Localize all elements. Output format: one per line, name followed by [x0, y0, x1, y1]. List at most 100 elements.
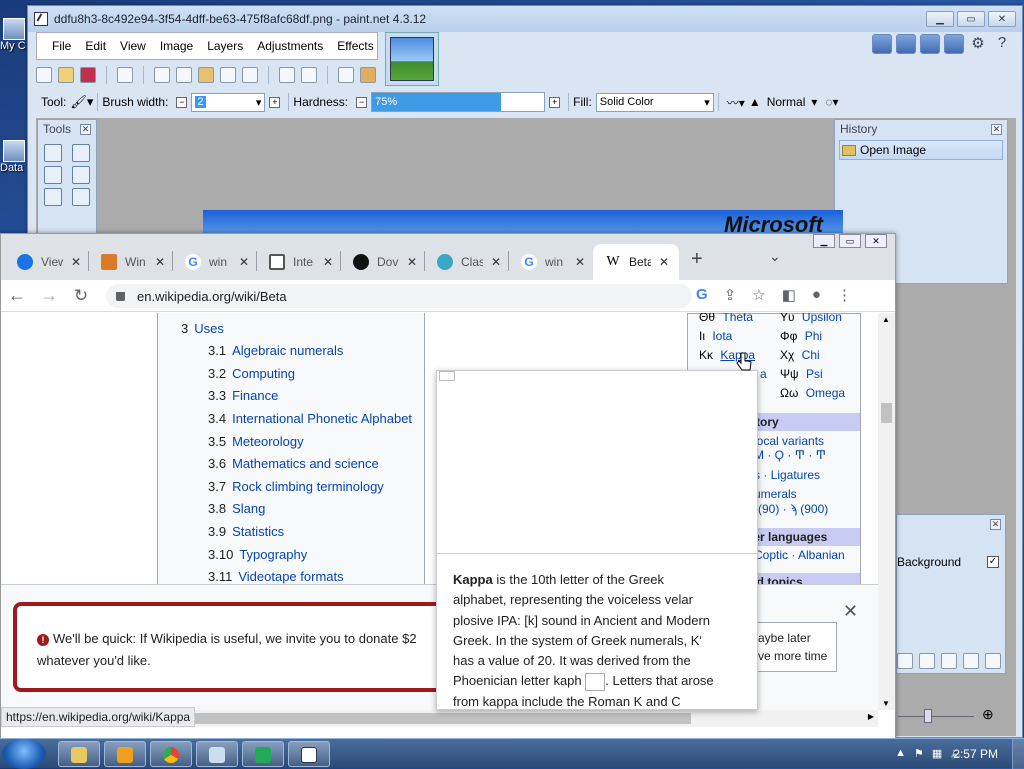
tab-close-icon[interactable]: ✕ — [491, 255, 501, 269]
tray-flag-icon[interactable]: ⚑ — [914, 747, 924, 760]
toc-item[interactable]: 3.2 Computing — [208, 366, 295, 381]
scroll-right-icon[interactable]: ▶ — [868, 712, 874, 721]
zoom-slider[interactable]: ⊕ — [898, 706, 998, 724]
layer-visible-checkbox[interactable]: ✓ — [987, 556, 999, 568]
browser-tab[interactable]: Dov ✕ — [341, 244, 417, 280]
taskbar-media-player[interactable] — [104, 741, 146, 767]
grid-icon[interactable] — [338, 67, 354, 83]
profile-avatar-icon[interactable]: ● — [812, 286, 821, 304]
network-icon[interactable]: ▦ — [932, 747, 942, 760]
taskbar-chrome[interactable] — [150, 741, 192, 767]
image-thumbnail-tab[interactable] — [385, 32, 439, 86]
taskbar-explorer[interactable] — [58, 741, 100, 767]
blend-mode-value[interactable]: Normal — [767, 95, 806, 109]
browser-tab[interactable]: Win ✕ — [89, 244, 165, 280]
new-file-icon[interactable] — [36, 67, 52, 83]
start-button[interactable] — [2, 739, 46, 769]
infobox-link[interactable]: umerals — [754, 487, 797, 501]
share-icon[interactable]: ⇪ — [724, 286, 737, 304]
scrollbar-thumb[interactable] — [881, 403, 892, 423]
browser-tab[interactable]: Gwin ✕ — [509, 244, 585, 280]
layer-down-icon[interactable] — [963, 653, 979, 669]
brush-width-combo[interactable]: 2 ▾ — [191, 92, 266, 112]
ellipse-select-icon[interactable] — [44, 188, 62, 206]
menu-image[interactable]: Image — [153, 39, 200, 53]
tools-toggle-icon[interactable] — [872, 34, 892, 54]
browser-tab[interactable]: Clas ✕ — [425, 244, 501, 280]
paste-icon[interactable] — [198, 67, 214, 83]
toc-item[interactable]: 3.1 Algebraic numerals — [208, 343, 343, 358]
google-lens-icon[interactable]: G — [696, 286, 708, 304]
scroll-down-icon[interactable]: ▼ — [882, 699, 890, 708]
browser-tab[interactable]: View ✕ — [5, 244, 81, 280]
fill-mode-select[interactable]: Solid Color ▾ — [595, 92, 714, 112]
zoom-icon[interactable] — [72, 188, 90, 206]
layer-up-icon[interactable] — [941, 653, 957, 669]
brush-width-decrease[interactable]: − — [176, 96, 188, 108]
history-item[interactable]: Open Image — [839, 140, 1003, 160]
clock[interactable]: 2:57 PM — [953, 747, 998, 761]
desktop-icon-mycomputer[interactable]: My C — [0, 18, 28, 52]
paintbrush-icon[interactable]: 🖌▾ — [70, 94, 93, 110]
hardness-slider[interactable]: 75% — [371, 92, 546, 112]
scroll-up-icon[interactable]: ▲ — [882, 315, 890, 324]
infobox-link[interactable]: M · Ϙ · Ͳ · Ͳ — [754, 448, 826, 462]
close-icon[interactable]: ✕ — [991, 123, 1002, 135]
layer-properties-icon[interactable] — [985, 653, 1001, 669]
letter-link[interactable]: Omega — [806, 386, 845, 400]
tab-search-icon[interactable]: ⌄ — [769, 248, 781, 265]
menu-view[interactable]: View — [113, 39, 153, 53]
browser-tab[interactable]: Inte ✕ — [257, 244, 333, 280]
zoom-in-icon[interactable]: ⊕ — [982, 706, 994, 723]
cut-icon[interactable] — [154, 67, 170, 83]
toc-item[interactable]: 3.5 Meteorology — [208, 434, 304, 449]
toc-item[interactable]: 3.6 Mathematics and science — [208, 456, 379, 471]
page-preview-popup[interactable]: Kappa is the 10th letter of the Greek al… — [436, 370, 758, 710]
layer-row[interactable]: Background ✓ — [897, 551, 1003, 573]
settings-gear-icon[interactable]: ⚙ — [968, 34, 988, 54]
save-icon[interactable] — [80, 67, 96, 83]
close-button[interactable]: ✕ — [865, 234, 887, 248]
move-selection-icon[interactable] — [72, 144, 90, 162]
move-selected-icon[interactable] — [72, 166, 90, 184]
toc-item[interactable]: 3.9 Statistics — [208, 524, 284, 539]
menu-effects[interactable]: Effects — [330, 39, 380, 53]
minimize-button[interactable]: ▁ — [813, 234, 835, 248]
dropdown-arrow-icon[interactable]: ▾ — [811, 95, 817, 109]
toc-item[interactable]: 3.4 International Phonetic Alphabet — [208, 411, 412, 426]
redo-icon[interactable] — [301, 67, 317, 83]
hardness-increase[interactable]: + — [549, 96, 561, 108]
infobox-link[interactable]: s · Ligatures — [754, 468, 820, 482]
selection-quality-icon[interactable]: ◌▾ — [825, 95, 838, 109]
back-arrow-icon[interactable]: ← — [3, 285, 31, 306]
open-folder-icon[interactable] — [58, 67, 74, 83]
tray-expand-icon[interactable]: ▲ — [895, 747, 906, 760]
antialias-icon[interactable]: 〰▾ — [727, 94, 745, 111]
infobox-link[interactable]: Coptic · Albanian — [754, 548, 845, 562]
infobox-link[interactable]: (90) · ϡ (900) — [758, 502, 828, 516]
toc-item[interactable]: 3.8 Slang — [208, 501, 265, 516]
maximize-button[interactable]: ▭ — [957, 11, 985, 27]
letter-link[interactable]: Chi — [802, 348, 820, 362]
toc-item[interactable]: 3.11 Videotape formats — [208, 569, 344, 584]
infobox-link[interactable]: local variants — [754, 434, 824, 448]
bookmark-star-icon[interactable]: ☆ — [752, 286, 765, 304]
letter-link[interactable]: a — [760, 367, 767, 381]
letter-link[interactable]: Phi — [805, 329, 822, 343]
close-button[interactable]: ✕ — [988, 11, 1016, 27]
tab-close-icon[interactable]: ✕ — [575, 255, 585, 269]
letter-link[interactable]: Upsilon — [802, 313, 842, 324]
minimize-button[interactable]: ▁ — [926, 11, 954, 27]
toc-item[interactable]: 3.7 Rock climbing terminology — [208, 479, 384, 494]
reload-icon[interactable]: ↻ — [67, 286, 95, 306]
deselect-icon[interactable] — [242, 67, 258, 83]
taskbar-notepad[interactable] — [196, 741, 238, 767]
help-icon[interactable]: ? — [992, 34, 1012, 54]
paintnet-titlebar[interactable]: ddfu8h3-8c492e94-3f54-4dff-be63-475f8afc… — [28, 6, 1022, 32]
tab-close-icon[interactable]: ✕ — [239, 255, 249, 269]
browser-tab[interactable]: Gwin ✕ — [173, 244, 249, 280]
colors-toggle-icon[interactable] — [944, 34, 964, 54]
copy-icon[interactable] — [176, 67, 192, 83]
menu-layers[interactable]: Layers — [200, 39, 250, 53]
banner-close-icon[interactable]: ✕ — [843, 601, 858, 622]
